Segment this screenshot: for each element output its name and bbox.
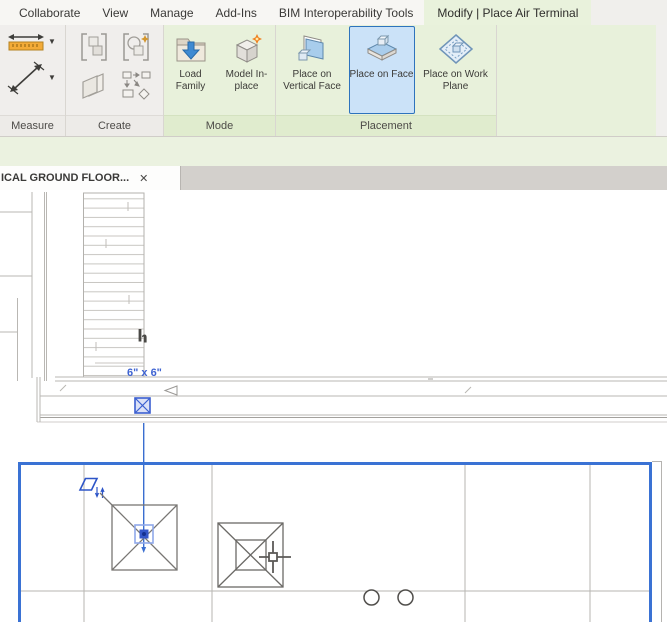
fixture-circles[interactable] [363,589,414,606]
load-family-icon [176,38,205,62]
panel-label-measure[interactable]: Measure [0,115,65,136]
drawing-view: 6" x 6" [0,192,667,622]
create-parts-button[interactable] [77,68,111,102]
model-in-place-icon [235,34,262,63]
place-on-face-button[interactable]: Place on Face [348,26,415,114]
create-parts-icon [81,73,104,99]
tab-bim-interoperability-tools[interactable]: BIM Interoperability Tools [268,0,425,25]
create-group-icon [80,33,107,61]
panel-label-create[interactable]: Create [66,115,163,136]
close-icon[interactable]: ✕ [139,172,148,185]
drawing-area[interactable]: 6" x 6" [0,190,667,622]
place-on-vertical-face-icon [297,35,324,61]
view-tab-mechanical-ground-floor[interactable]: ICAL GROUND FLOOR... ✕ [0,166,181,190]
dropdown-caret-icon[interactable]: ▼ [48,74,56,82]
dimension-label: 6" x 6" [127,367,162,379]
view-tab-strip: ICAL GROUND FLOOR... ✕ [0,166,667,190]
ceiling-outline-gray [652,461,662,622]
model-in-place-label: Model In-place [225,69,268,92]
model-in-place-button[interactable]: Model In-place [220,26,274,114]
ribbon-right-strip [656,25,667,136]
place-on-vertical-face-button[interactable]: Place on Vertical Face [279,26,346,114]
panel-measure: ▼ ▼ Measure [0,25,66,136]
selection-boundary[interactable] [18,462,652,622]
place-on-vertical-face-label: Place on Vertical Face [283,69,341,92]
panel-create: Create [66,25,164,136]
measure-diagonal-icon [7,61,45,95]
place-on-face-label: Place on Face [349,69,414,80]
create-group-button[interactable] [77,30,111,64]
tab-add-ins[interactable]: Add-Ins [205,0,268,25]
place-on-work-plane-label: Place on Work Plane [423,69,488,92]
ribbon-empty-area [497,25,656,136]
place-on-work-plane-button[interactable]: Place on Work Plane [418,26,494,114]
create-assembly-button[interactable] [119,68,153,102]
view-tab-label: ICAL GROUND FLOOR... [1,172,130,184]
tab-bar-filler [591,0,667,25]
left-wall-lines [0,192,47,381]
tab-view[interactable]: View [91,0,139,25]
tab-manage[interactable]: Manage [139,0,204,25]
panel-placement: Place on Vertical Face Place on Face Pla… [276,25,497,136]
plan-wall-band [36,376,667,423]
revit-window: Collaborate View Manage Add-Ins BIM Inte… [0,0,667,622]
wall-air-terminal-symbol[interactable] [134,397,151,414]
load-family-label: Load Family [175,69,206,92]
create-similar-button[interactable] [119,30,153,64]
dropdown-caret-icon[interactable]: ▼ [48,38,56,46]
load-family-button[interactable]: Load Family [166,26,216,114]
measure-ruler-icon [8,34,44,51]
place-on-work-plane-icon [438,34,473,64]
ribbon-tab-bar: Collaborate View Manage Add-Ins BIM Inte… [0,0,667,25]
hatched-wall-column [83,192,145,378]
ceiling-grid [21,465,649,622]
create-similar-icon [122,33,149,61]
panel-label-mode[interactable]: Mode [164,115,275,136]
diffuser-placing[interactable] [99,492,178,571]
measure-linear-button[interactable]: ▼ [6,31,63,53]
panel-label-placement[interactable]: Placement [276,115,496,136]
tab-modify-place-air-terminal[interactable]: Modify | Place Air Terminal [424,0,592,25]
create-assembly-icon [122,71,150,100]
place-on-face-icon [366,34,397,61]
ribbon: ▼ ▼ Measure Create Load Family Model In-… [0,25,667,136]
measure-angular-button[interactable]: ▼ [6,61,63,95]
options-bar [0,136,667,166]
tab-collaborate[interactable]: Collaborate [8,0,91,25]
panel-mode: Load Family Model In-place Mode [164,25,276,136]
